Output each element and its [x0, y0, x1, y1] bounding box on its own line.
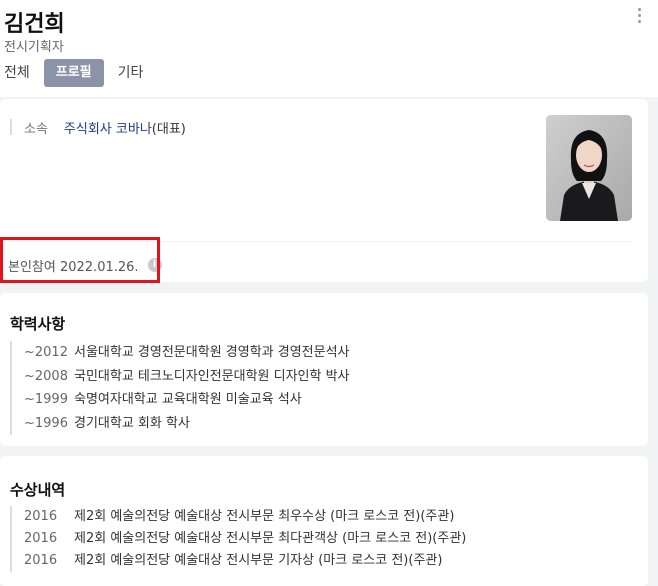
person-job: 전시기획자 [4, 40, 64, 55]
item-text: 경기대학교 회화 학사 [74, 415, 190, 431]
awards-card: 수상내역 2016 제2회 예술의전당 예술대상 전시부문 최우수상 (마크 로스… [0, 456, 648, 586]
more-options-icon[interactable] [636, 8, 642, 26]
highlight-box [0, 237, 160, 283]
affiliation-label: 소속 [24, 121, 48, 137]
list-item: ~1996 경기대학교 회화 학사 [24, 412, 350, 436]
item-year: 2016 [24, 509, 58, 524]
education-title: 학력사항 [10, 315, 66, 333]
list-item: ~1999 숙명여자대학교 교육대학원 미술교육 석사 [24, 388, 350, 412]
item-year: 2016 [24, 531, 58, 546]
affiliation-row: 소속 주식회사 코바나 (대표) [10, 118, 186, 137]
item-text: 서울대학교 경영전문대학원 경영학과 경영전문석사 [74, 345, 350, 360]
item-year: ~2008 [24, 368, 68, 384]
item-year: ~1999 [24, 392, 68, 407]
list-item: ~2008 국민대학교 테크노디자인전문대학원 디자인학 박사 [24, 365, 350, 389]
list-item: 2016 제2회 예술의전당 예술대상 전시부문 최우수상 (마크 로스코 전)(… [24, 506, 466, 528]
item-year: ~1996 [24, 415, 68, 431]
awards-title: 수상내역 [10, 481, 66, 499]
person-name: 김건희 [4, 12, 65, 37]
tab-bar: 전체 프로필 기타 [4, 58, 153, 88]
item-text: 제2회 예술의전당 예술대상 전시부문 최다관객상 (마크 로스코 전)(주관) [74, 531, 467, 546]
list-item: 2016 제2회 예술의전당 예술대상 전시부문 최다관객상 (마크 로스코 전)… [24, 528, 466, 550]
item-text: 제2회 예술의전당 예술대상 전시부문 기자상 (마크 로스코 전)(주관) [74, 553, 443, 568]
item-text: 숙명여자대학교 교육대학원 미술교육 석사 [74, 392, 302, 407]
list-item: ~2012 서울대학교 경영전문대학원 경영학과 경영전문석사 [24, 341, 350, 365]
awards-list: 2016 제2회 예술의전당 예술대상 전시부문 최우수상 (마크 로스코 전)(… [10, 506, 466, 572]
tab-etc[interactable]: 기타 [108, 59, 154, 87]
item-text: 국민대학교 테크노디자인전문대학원 디자인학 박사 [74, 368, 350, 384]
education-list: ~2012 서울대학교 경영전문대학원 경영학과 경영전문석사 ~2008 국민대학… [10, 341, 350, 435]
item-year: 2016 [24, 553, 58, 568]
item-text: 제2회 예술의전당 예술대상 전시부문 최우수상 (마크 로스코 전)(주관) [74, 509, 455, 524]
tab-all[interactable]: 전체 [4, 59, 40, 87]
profile-header: 김건희 전시기획자 전체 프로필 기타 [0, 0, 658, 97]
company-link[interactable]: 주식회사 코바나 [64, 118, 152, 137]
education-card: 학력사항 ~2012 서울대학교 경영전문대학원 경영학과 경영전문석사 ~200… [0, 293, 648, 446]
role-text: (대표) [151, 121, 186, 137]
item-year: ~2012 [24, 345, 68, 360]
profile-photo [546, 115, 632, 221]
list-item: 2016 제2회 예술의전당 예술대상 전시부문 기자상 (마크 로스코 전)(주… [24, 550, 466, 572]
tab-profile[interactable]: 프로필 [43, 59, 104, 87]
